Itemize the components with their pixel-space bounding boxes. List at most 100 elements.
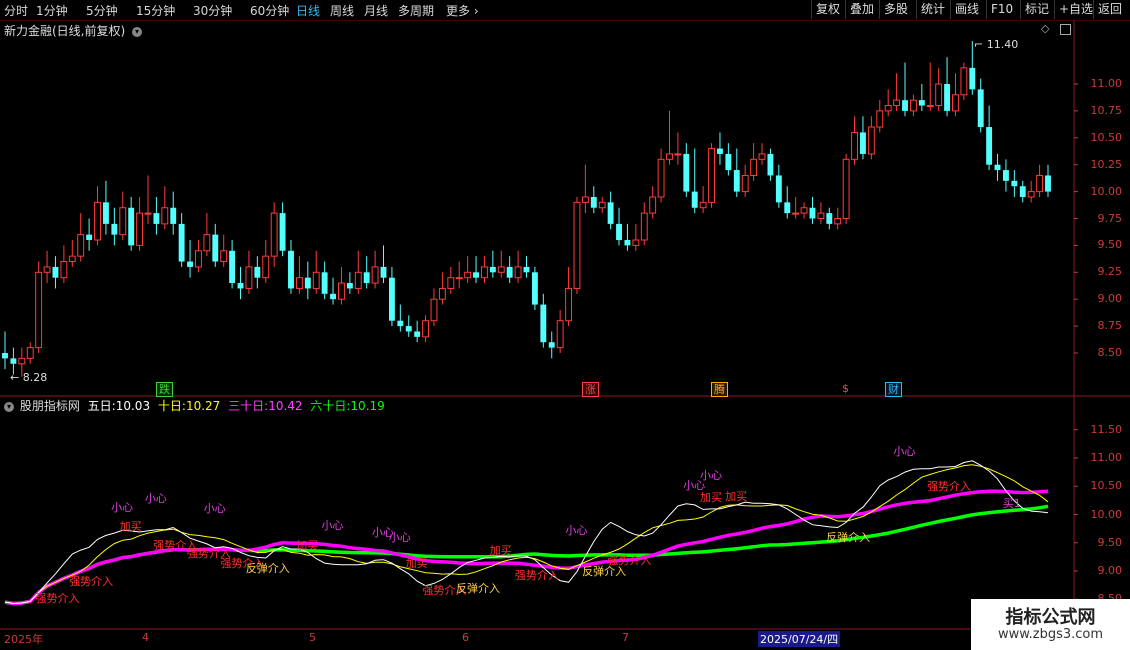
signal-label: 小心 [388, 530, 411, 544]
candle-body [826, 213, 833, 224]
event-tag-rise[interactable]: 涨 [582, 382, 599, 397]
signal-label: 强势介入 [607, 553, 652, 567]
indicator-axis-label: 9.50 [1097, 535, 1123, 549]
candle-body [136, 212, 144, 246]
candle-body [506, 266, 513, 278]
candle-body [893, 99, 901, 107]
candle-body [691, 191, 698, 208]
candle-body [590, 196, 597, 208]
candle-body [480, 266, 488, 279]
low-price-marker: ← 8.28 [10, 371, 48, 384]
candle-body [674, 153, 682, 156]
candle-body [867, 126, 875, 155]
signal-label: 强势介入 [69, 575, 114, 589]
candle-body [1036, 174, 1044, 193]
event-tag-teng[interactable]: 腾 [711, 382, 728, 397]
candle-body [977, 89, 984, 128]
candle-body [380, 266, 387, 278]
signal-label: 小心 [683, 479, 706, 493]
candle-body [556, 320, 564, 349]
candle-body [220, 250, 228, 263]
candle-body [1019, 186, 1026, 197]
candle-body [531, 272, 538, 305]
price-axis-label: 10.75 [1090, 103, 1123, 117]
signal-label: 小心 [321, 518, 344, 532]
signal-label: 小心 [144, 492, 167, 506]
event-tag-dollar[interactable]: $ [840, 382, 851, 395]
candle-body [792, 212, 800, 215]
candle-body [733, 170, 740, 192]
signal-label: 反弹介入 [456, 581, 501, 595]
signal-label: 强势介入 [514, 568, 559, 582]
candle-body [346, 283, 353, 289]
candle-body [699, 201, 707, 209]
signal-label: 加买 [119, 519, 142, 533]
indicator-axis-label: 9.00 [1097, 564, 1123, 577]
signal-label: 买1 [1002, 496, 1021, 510]
candle-body [338, 282, 345, 300]
candle-body [270, 212, 278, 257]
price-axis-label: 10.00 [1090, 184, 1123, 198]
date-label-jul: 7 [622, 631, 629, 644]
watermark-logo: 指标公式网 www.zbgs3.com [971, 599, 1130, 650]
candle-body [994, 164, 1001, 171]
candle-body [683, 153, 690, 192]
date-label-apr: 4 [142, 631, 149, 644]
candle-body [86, 234, 93, 241]
candle-body [758, 153, 766, 160]
candle-body [178, 223, 185, 262]
indicator-header: ▾ 股朋指标网 五日:10.03 十日:10.27 三十日:10.42 六十日:… [0, 397, 385, 415]
event-tag-finance[interactable]: 财 [885, 382, 902, 397]
candle-body [767, 153, 774, 176]
candle-body [926, 105, 934, 108]
candle-body [371, 266, 379, 284]
indicator-axis-label: 10.00 [1090, 507, 1123, 521]
candle-body [447, 277, 455, 289]
candle-body [10, 358, 17, 364]
indicator-axis-label: 10.50 [1090, 479, 1123, 493]
candle-body [43, 266, 51, 273]
candle-body [708, 148, 715, 203]
price-axis-label: 8.50 [1097, 346, 1123, 359]
candle-body [170, 207, 177, 224]
candle-body [229, 250, 236, 284]
candle-body [438, 287, 446, 300]
candle-body [144, 212, 152, 215]
signal-label: 反弹介入 [245, 562, 290, 576]
candle-body [640, 212, 648, 241]
price-axis-label: 10.25 [1090, 157, 1123, 171]
candle-body [565, 287, 573, 322]
candle-body [775, 175, 782, 203]
candle-body [262, 255, 270, 279]
candle-body [35, 271, 43, 349]
candle-body [2, 353, 8, 359]
candle-body [800, 207, 808, 214]
candle-body [128, 207, 135, 246]
candle-body [523, 266, 530, 273]
candle-body [817, 212, 825, 219]
signal-label: 加买 [405, 556, 428, 570]
candle-body [632, 239, 640, 246]
candle-body [1011, 180, 1018, 187]
candle-body [94, 201, 101, 241]
candle-body [187, 261, 193, 267]
candle-body [809, 207, 816, 219]
signal-label: 加买 [296, 538, 319, 552]
candle-body [245, 266, 253, 289]
candle-body [354, 271, 362, 289]
candle-body [195, 250, 202, 268]
candle-body [279, 213, 286, 251]
candle-body [405, 326, 412, 332]
candle-body [717, 148, 723, 154]
candle-body [918, 100, 925, 106]
candle-body [581, 196, 589, 203]
signal-label: 小心 [111, 501, 134, 515]
price-axis-label: 8.75 [1097, 319, 1123, 333]
candle-body [68, 255, 76, 263]
event-tag-drop[interactable]: 跌 [156, 382, 173, 397]
candle-body [254, 266, 261, 278]
indicator-collapse-icon[interactable]: ▾ [4, 401, 14, 412]
candle-body [725, 153, 732, 171]
candle-body [842, 158, 850, 220]
signal-label: 强势介入 [927, 479, 972, 493]
